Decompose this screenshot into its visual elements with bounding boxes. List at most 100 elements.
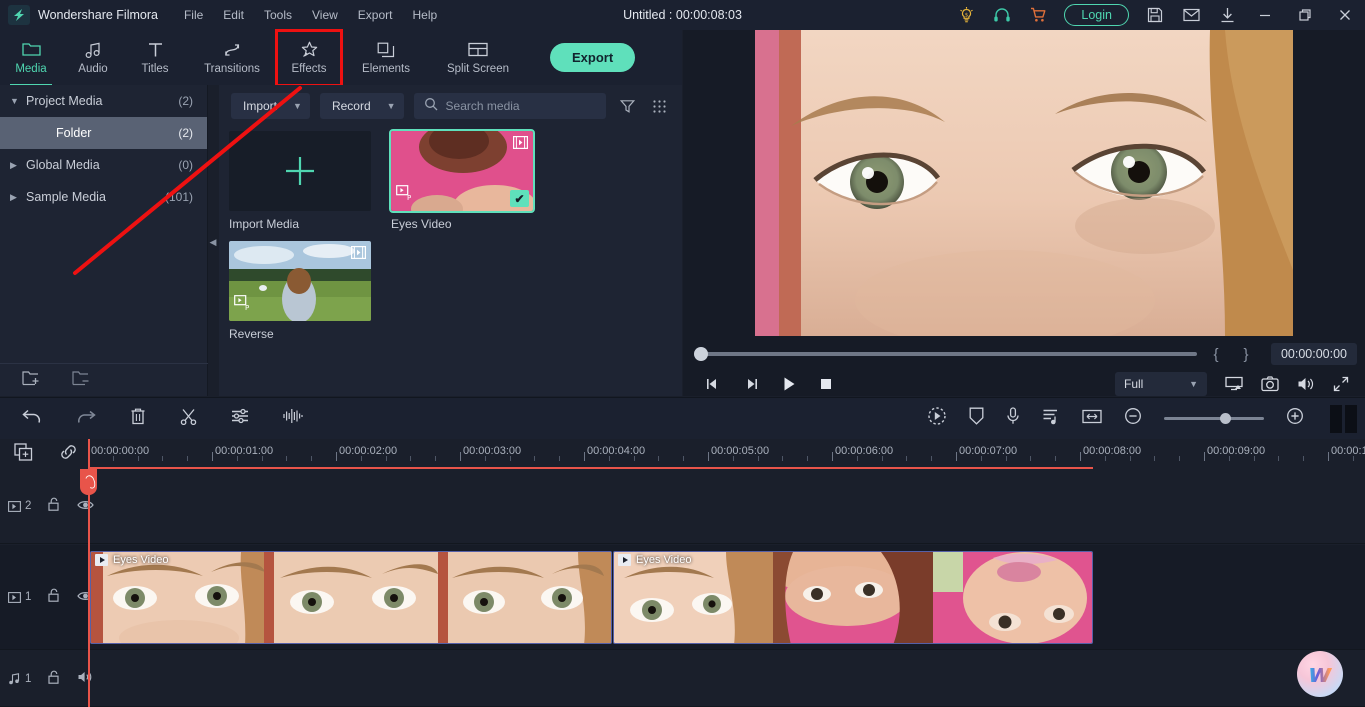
wondershare-assistant-icon[interactable]: w [1297, 651, 1343, 697]
sidebar-item-project-media[interactable]: ▼ Project Media (2) [0, 85, 207, 117]
mail-icon[interactable] [1173, 0, 1209, 30]
menu-item-help[interactable]: Help [412, 8, 437, 22]
video-track-2[interactable]: 2 [0, 469, 1365, 544]
close-button[interactable] [1325, 0, 1365, 30]
ruler-minor-tick [112, 456, 114, 461]
minimize-button[interactable] [1245, 0, 1285, 30]
undo-icon[interactable] [22, 408, 42, 430]
media-toolbar: Import ▼ Record ▼ [219, 85, 682, 127]
unlock-icon[interactable] [47, 497, 61, 515]
sidebar-item-sample-media[interactable]: ▶ Sample Media (101) [0, 181, 207, 213]
split-scissors-icon[interactable] [180, 408, 197, 430]
tab-audio[interactable]: Audio [62, 32, 124, 84]
ruler-tick-label: 00:00:08:00 [1083, 445, 1142, 457]
maximize-button[interactable] [1285, 0, 1325, 30]
media-cell-reverse[interactable]: P Reverse [229, 241, 371, 341]
video-track-1-body[interactable]: Eyes Video Eyes Video [88, 545, 1365, 649]
speed-icon[interactable] [927, 406, 947, 431]
media-cell-eyes-video[interactable]: P ✔ Eyes Video [389, 129, 535, 231]
tab-titles[interactable]: Titles [124, 32, 186, 84]
tab-effects[interactable]: Effects [275, 28, 343, 87]
timeline-ruler[interactable]: 00:00:00:00 00:00:01:00 00:00:02:00 00:00:0… [88, 439, 1365, 469]
timeline-clip[interactable]: Eyes Video [90, 551, 612, 644]
tab-transitions[interactable]: Transitions [186, 32, 278, 84]
stop-button[interactable] [819, 376, 833, 392]
menu-item-view[interactable]: View [312, 8, 338, 22]
tab-split-screen[interactable]: Split Screen [432, 32, 524, 84]
timeline-zoom-slider[interactable] [1164, 413, 1264, 424]
fit-timeline-icon[interactable] [1082, 409, 1102, 429]
quality-dropdown[interactable]: Full ▼ [1115, 372, 1207, 396]
sidebar-item-folder[interactable]: Folder (2) [0, 117, 207, 149]
snapshot-camera-icon[interactable] [1261, 376, 1279, 392]
zoom-out-icon[interactable] [1124, 407, 1142, 430]
media-cell-import[interactable]: Import Media [229, 131, 371, 231]
audio-mixer-icon[interactable] [1042, 408, 1060, 430]
timeline-playhead[interactable] [80, 439, 97, 707]
menu-item-tools[interactable]: Tools [264, 8, 292, 22]
search-input[interactable] [445, 99, 596, 113]
lightbulb-icon[interactable]: $ [948, 0, 984, 30]
volume-icon[interactable] [1297, 376, 1315, 392]
timeline-zoom-handle[interactable] [1220, 413, 1231, 424]
filmora-logo-icon [8, 5, 30, 25]
fullscreen-icon[interactable] [1333, 376, 1349, 392]
menu-item-edit[interactable]: Edit [223, 8, 244, 22]
audio-track-1-body[interactable] [88, 651, 1365, 706]
search-media-box[interactable] [413, 93, 606, 119]
audio-track-1[interactable]: 1 [0, 651, 1365, 707]
preview-p-icon[interactable]: P [234, 295, 251, 316]
screen-cast-icon[interactable] [1225, 376, 1243, 392]
audio-waveform-icon[interactable] [283, 408, 303, 430]
grid-view-icon[interactable] [648, 99, 670, 114]
cart-icon[interactable] [1020, 0, 1056, 30]
remove-folder-icon[interactable] [72, 370, 92, 391]
preview-p-icon[interactable]: P [396, 185, 413, 206]
play-button[interactable] [781, 376, 797, 392]
unlock-icon[interactable] [47, 670, 61, 688]
media-thumbnail-reverse[interactable]: P [229, 241, 371, 321]
filter-funnel-icon[interactable] [616, 99, 638, 114]
seek-handle[interactable] [694, 347, 708, 361]
video-track-1[interactable]: 1 Eyes Video Eyes Video [0, 545, 1365, 650]
record-dropdown[interactable]: Record ▼ [319, 93, 404, 119]
redo-icon[interactable] [76, 408, 96, 430]
link-clips-icon[interactable] [59, 444, 78, 465]
ruler-minor-tick [1005, 456, 1007, 461]
media-thumbnail-eyes-video[interactable]: P ✔ [389, 129, 535, 213]
zoom-in-icon[interactable] [1286, 407, 1304, 430]
prev-frame-button[interactable] [705, 376, 721, 392]
mark-in-button[interactable]: { [1205, 346, 1227, 363]
next-frame-button[interactable] [743, 376, 759, 392]
voiceover-mic-icon[interactable] [1006, 407, 1020, 430]
menu-item-file[interactable]: File [184, 8, 203, 22]
login-button[interactable]: Login [1064, 4, 1129, 26]
sidebar-item-global-media[interactable]: ▶ Global Media (0) [0, 149, 207, 181]
download-icon[interactable] [1209, 0, 1245, 30]
timeline-clip[interactable]: Eyes Video [613, 551, 1093, 644]
tab-media[interactable]: Media [0, 32, 62, 86]
delete-trash-icon[interactable] [130, 408, 146, 430]
export-button[interactable]: Export [550, 43, 636, 72]
menu-item-export[interactable]: Export [358, 8, 393, 22]
new-folder-icon[interactable] [22, 370, 42, 391]
save-icon[interactable] [1137, 0, 1173, 30]
playhead-handle[interactable] [80, 469, 97, 495]
add-track-icon[interactable] [14, 442, 33, 466]
preview-video[interactable] [755, 30, 1293, 336]
ruler-minor-tick [484, 456, 486, 461]
adjust-sliders-icon[interactable] [231, 408, 249, 430]
tab-label-media: Media [15, 62, 47, 75]
unlock-icon[interactable] [47, 588, 61, 606]
headset-icon[interactable] [984, 0, 1020, 30]
collapse-panel-icon[interactable]: ◀ [208, 231, 218, 253]
preview-timecode[interactable]: 00:00:00:00 [1270, 343, 1357, 365]
import-media-dropzone[interactable] [229, 131, 371, 211]
ruler-tick-label: 00:00:01:00 [215, 445, 274, 457]
seek-slider[interactable] [694, 347, 1197, 361]
crop-shield-icon[interactable] [969, 407, 984, 430]
tab-elements[interactable]: Elements [340, 32, 432, 84]
import-dropdown[interactable]: Import ▼ [231, 93, 310, 119]
mark-out-button[interactable]: } [1235, 346, 1257, 363]
video-track-2-body[interactable] [88, 469, 1365, 543]
